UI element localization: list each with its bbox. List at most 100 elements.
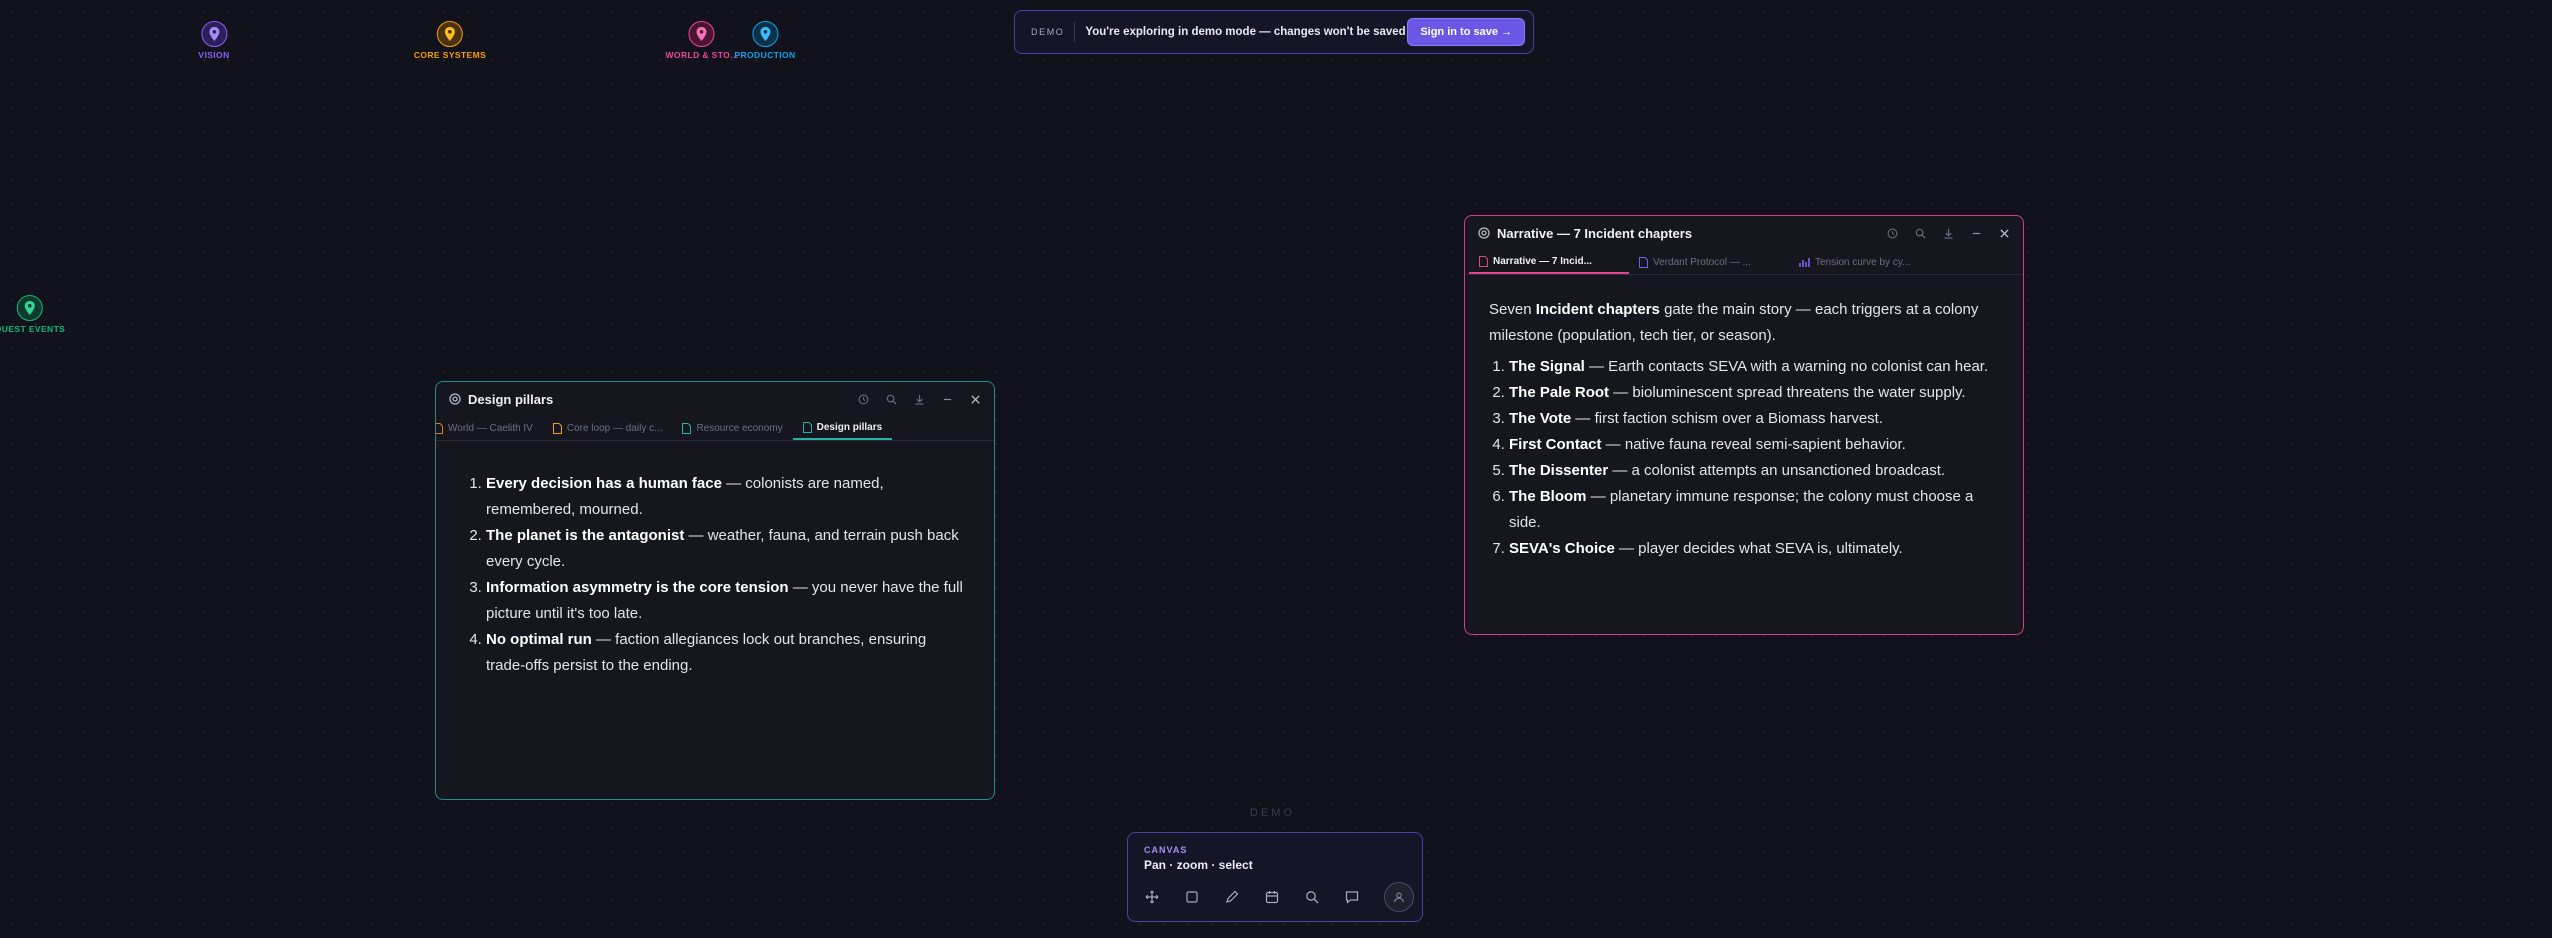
pen-tool-button[interactable]: [1218, 883, 1246, 911]
item-title: The planet is the antagonist: [486, 527, 685, 544]
intro-bold: Incident chapters: [1535, 301, 1660, 318]
list-item: SEVA's Choice — player decides what SEVA…: [1509, 536, 1999, 562]
demo-banner: DEMO You're exploring in demo mode — cha…: [1014, 10, 1534, 54]
search-tool-button[interactable]: [1298, 883, 1326, 911]
rectangle-tool-button[interactable]: [1178, 883, 1206, 911]
document-icon: [1479, 255, 1488, 267]
pin-quest-events[interactable]: QUEST EVENTS: [0, 295, 65, 334]
item-text: — player decides what SEVA is, ultimatel…: [1614, 540, 1903, 557]
tab-core-loop[interactable]: Core loop — daily c...: [543, 416, 673, 440]
tab-label: World — Caelith IV: [448, 422, 533, 434]
comment-tool-button[interactable]: [1338, 883, 1366, 911]
toolbar-subtitle: Pan · zoom · select: [1144, 858, 1253, 872]
move-tool-button[interactable]: [1138, 883, 1166, 911]
list-item: The Signal — Earth contacts SEVA with a …: [1509, 354, 1999, 380]
chapters-list: The Signal — Earth contacts SEVA with a …: [1489, 354, 1999, 562]
avatar[interactable]: [1384, 882, 1414, 912]
list-item: No optimal run — faction allegiances loc…: [486, 627, 966, 679]
tab-label: Resource economy: [696, 422, 783, 434]
item-text: — native fauna reveal semi-sapient behav…: [1601, 436, 1906, 453]
search-icon[interactable]: [1913, 226, 1927, 240]
pin-marker-icon: [751, 21, 778, 47]
intro-paragraph: Seven Incident chapters gate the main st…: [1489, 297, 1999, 349]
canvas-toolbar: CANVAS Pan · zoom · select: [1127, 832, 1423, 922]
window-header[interactable]: Design pillars: [436, 382, 994, 416]
pin-vision[interactable]: VISION: [198, 21, 229, 60]
list-item: The Vote — first faction schism over a B…: [1509, 406, 1999, 432]
gear-icon[interactable]: [1477, 226, 1491, 240]
search-icon: [1306, 891, 1319, 904]
gear-icon[interactable]: [448, 392, 462, 406]
comment-icon: [1345, 891, 1359, 904]
document-icon: [436, 422, 443, 434]
close-icon[interactable]: [968, 392, 982, 406]
pin-label: WORLD & STO...: [665, 50, 739, 60]
square-icon: [1186, 891, 1198, 903]
pin-label: QUEST EVENTS: [0, 324, 66, 334]
pin-world-story[interactable]: WORLD & STO...: [666, 21, 739, 60]
tab-tension-curve[interactable]: Tension curve by cy...: [1789, 250, 1949, 274]
calendar-icon: [1265, 891, 1279, 904]
item-text: — first faction schism over a Biomass ha…: [1571, 410, 1883, 427]
window-title: Design pillars: [468, 391, 554, 407]
download-icon[interactable]: [912, 392, 926, 406]
pin-core-systems[interactable]: CORE SYSTEMS: [414, 21, 486, 60]
item-title: Every decision has a human face: [486, 475, 722, 492]
item-text: — Earth contacts SEVA with a warning no …: [1584, 358, 1989, 375]
item-title: The Pale Root: [1509, 384, 1610, 401]
tab-resource-economy[interactable]: Resource economy: [672, 416, 792, 440]
search-icon[interactable]: [884, 392, 898, 406]
tab-label: Verdant Protocol — ...: [1653, 256, 1751, 268]
list-item: Information asymmetry is the core tensio…: [486, 575, 966, 627]
item-text: — a colonist attempts an unsanctioned br…: [1608, 462, 1946, 479]
user-icon: [1394, 892, 1404, 903]
minimize-icon[interactable]: [1969, 226, 1983, 240]
pin-label: VISION: [198, 50, 230, 60]
pin-marker-icon: [688, 21, 715, 47]
calendar-tool-button[interactable]: [1258, 883, 1286, 911]
document-icon: [552, 422, 562, 434]
tab-design-pillars[interactable]: Design pillars: [792, 416, 893, 440]
item-title: Information asymmetry is the core tensio…: [486, 579, 789, 596]
window-title: Narrative — 7 Incident chapters: [1497, 225, 1693, 241]
list-item: First Contact — native fauna reveal semi…: [1509, 432, 1999, 458]
sign-in-button[interactable]: Sign in to save →: [1407, 18, 1525, 46]
tab-verdant-protocol[interactable]: Verdant Protocol — ...: [1629, 250, 1789, 274]
list-item: Every decision has a human face — coloni…: [486, 471, 966, 523]
tab-bar: Narrative — 7 Incid... Verdant Protocol …: [1465, 250, 2023, 275]
minimize-icon[interactable]: [940, 392, 954, 406]
document-body: Seven Incident chapters gate the main st…: [1465, 275, 2023, 584]
tab-label: Core loop — daily c...: [566, 422, 663, 434]
window-header[interactable]: Narrative — 7 Incident chapters: [1465, 216, 2023, 250]
list-item: The Bloom — planetary immune response; t…: [1509, 484, 1999, 536]
document-icon: [682, 422, 692, 434]
history-icon[interactable]: [856, 392, 870, 406]
item-title: First Contact: [1509, 436, 1602, 453]
move-icon: [1145, 890, 1159, 904]
item-title: No optimal run: [486, 631, 592, 648]
tab-label: Narrative — 7 Incid...: [1493, 255, 1592, 267]
demo-message: You're exploring in demo mode — changes …: [1085, 26, 1406, 38]
item-title: The Dissenter: [1509, 462, 1609, 479]
close-icon[interactable]: [1997, 226, 2011, 240]
tab-bar: World — Caelith IV Core loop — daily c..…: [436, 416, 994, 441]
demo-tag: DEMO: [1031, 22, 1076, 42]
list-item: The Pale Root — bioluminescent spread th…: [1509, 380, 1999, 406]
list-item: The Dissenter — a colonist attempts an u…: [1509, 458, 1999, 484]
pin-production[interactable]: PRODUCTION: [734, 21, 795, 60]
item-title: The Bloom: [1509, 488, 1587, 505]
narrative-window[interactable]: Narrative — 7 Incident chapters Narrativ…: [1464, 215, 2024, 635]
design-pillars-window[interactable]: Design pillars World — Caelith IV Core l…: [435, 381, 995, 800]
tab-world[interactable]: World — Caelith IV: [436, 416, 543, 440]
pencil-icon: [1226, 890, 1239, 903]
pin-label: CORE SYSTEMS: [413, 50, 487, 60]
chart-icon: [1799, 257, 1810, 267]
list-item: The planet is the antagonist — weather, …: [486, 523, 966, 575]
tab-narrative[interactable]: Narrative — 7 Incid...: [1469, 250, 1629, 274]
tab-label: Tension curve by cy...: [1815, 256, 1911, 268]
download-icon[interactable]: [1941, 226, 1955, 240]
pin-marker-icon: [201, 21, 227, 47]
history-icon[interactable]: [1885, 226, 1899, 240]
document-icon: [1639, 256, 1648, 268]
item-text: — bioluminescent spread threatens the wa…: [1609, 384, 1966, 401]
